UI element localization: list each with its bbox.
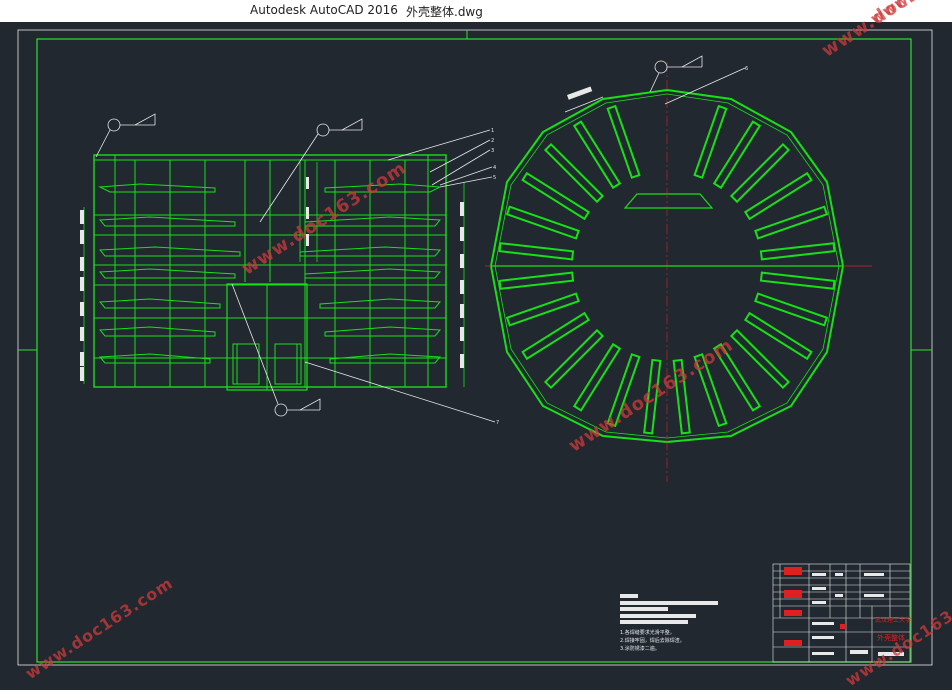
svg-text:2: 2 xyxy=(491,138,494,144)
title-block-school: 武汉理工大学 xyxy=(875,616,911,624)
parking-slot xyxy=(759,271,836,290)
parking-slot xyxy=(521,311,591,361)
parking-slot xyxy=(498,242,575,261)
leaders-top xyxy=(564,55,746,113)
technical-notes xyxy=(620,594,718,624)
parking-slot xyxy=(754,292,829,327)
parking-slot xyxy=(572,120,622,190)
parking-slot xyxy=(521,171,591,221)
note-line-1: 1.各焊缝要求光滑平整， xyxy=(620,629,675,636)
drawing-svg[interactable]: 1 2 3 4 5 7 6 1.各焊缝要求光滑平整， 2.焊接牢固，焊后去除焊渣。 3.… xyxy=(0,22,952,675)
balloon-3 xyxy=(274,403,288,417)
dimension-text xyxy=(80,177,464,381)
svg-text:1: 1 xyxy=(491,128,494,134)
parking-slot xyxy=(543,142,605,204)
drawing-canvas[interactable]: 1 2 3 4 5 7 6 1.各焊缝要求光滑平整， 2.焊接牢固，焊后去除焊渣。 3.… xyxy=(0,0,952,690)
note-line-2: 2.焊接牢固，焊后去除焊渣。 xyxy=(620,637,685,644)
parking-slot xyxy=(693,104,728,179)
title-bar: Autodesk AutoCAD 2016 外壳整体.dwg xyxy=(0,0,952,22)
svg-text:4: 4 xyxy=(493,165,496,171)
top-view xyxy=(485,62,872,482)
leaders-top-text: 6 xyxy=(567,66,748,100)
svg-text:6: 6 xyxy=(745,66,748,72)
title-block-red xyxy=(784,567,846,646)
parking-slot xyxy=(543,328,605,390)
parking-slot xyxy=(729,328,791,390)
svg-text:7: 7 xyxy=(496,420,499,426)
svg-text:5: 5 xyxy=(493,175,496,181)
file-title: 外壳整体.dwg xyxy=(406,5,483,19)
note-line-3: 3.涂防锈漆二遍。 xyxy=(620,645,660,652)
parking-slot xyxy=(759,242,836,261)
parking-slot xyxy=(754,205,829,240)
parking-slot xyxy=(712,120,762,190)
parking-slot xyxy=(743,171,813,221)
parking-slot xyxy=(505,205,580,240)
parking-slot xyxy=(606,104,641,179)
svg-text:3: 3 xyxy=(491,148,494,154)
balloon-1 xyxy=(107,118,121,132)
front-view xyxy=(83,154,465,391)
balloon-4 xyxy=(654,60,668,74)
balloon-2 xyxy=(316,123,330,137)
parking-slot xyxy=(505,292,580,327)
parking-slot xyxy=(498,271,575,290)
parking-slot xyxy=(572,342,622,412)
parking-slot xyxy=(743,311,813,361)
parking-slot xyxy=(729,142,791,204)
app-title: Autodesk AutoCAD 2016 xyxy=(250,3,398,17)
